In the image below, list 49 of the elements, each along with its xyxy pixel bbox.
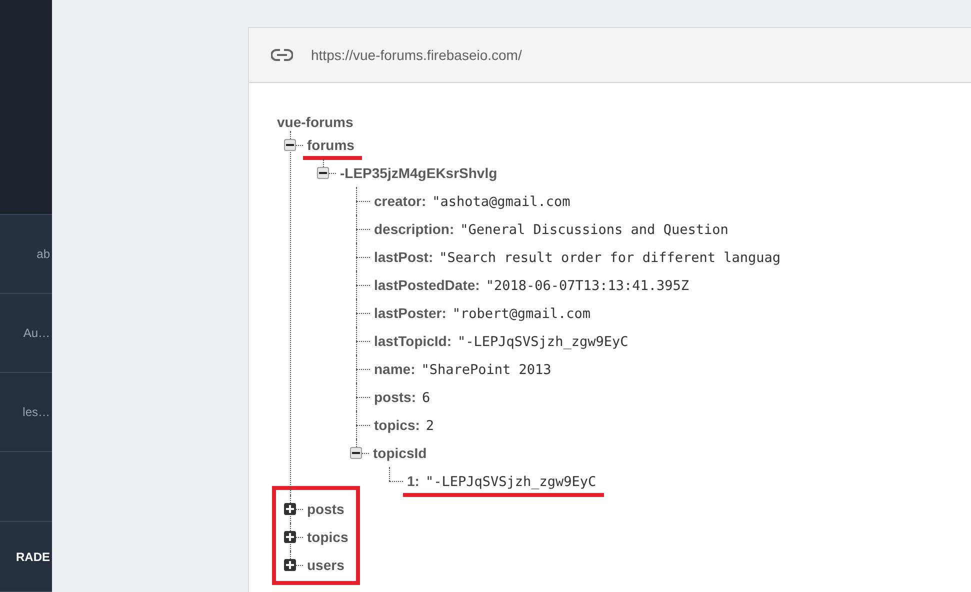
minus-icon (286, 141, 294, 149)
link-icon (271, 49, 293, 61)
root-node-key: vue-forums (277, 113, 971, 131)
database-url: https://vue-forums.firebaseio.com/ (311, 47, 522, 63)
expand-button[interactable] (284, 503, 296, 515)
node-key[interactable]: posts (307, 501, 344, 517)
node-value: "Search result order for different languag (439, 250, 780, 266)
node-key: 1: (407, 472, 420, 488)
node-value: "ashota@gmail.com (432, 194, 570, 210)
sidebar-item[interactable]: les… (0, 373, 52, 452)
node-value: 6 (422, 390, 430, 406)
node-value: "SharePoint 2013 (421, 362, 552, 378)
plus-icon (286, 561, 294, 569)
node-key: lastPost: (374, 248, 434, 264)
node-key[interactable]: forums (307, 137, 354, 153)
expand-button[interactable] (284, 531, 296, 543)
sidebar-label: les… (22, 405, 50, 419)
node-key: posts: (374, 388, 416, 404)
collapse-button[interactable] (284, 139, 296, 151)
node-key: name: (374, 360, 416, 376)
minus-icon (319, 169, 327, 177)
node-key: description: (374, 220, 454, 236)
node-key: topics: (374, 416, 420, 432)
node-key: lastPostedDate: (374, 276, 480, 292)
collapse-button[interactable] (317, 167, 329, 179)
node-value: "2018-06-07T13:13:41.395Z (486, 278, 690, 294)
node-key: lastTopicId: (374, 332, 452, 348)
expand-button[interactable] (284, 559, 296, 571)
node-key[interactable]: topicsId (373, 445, 427, 461)
node-value: "robert@gmail.com (452, 306, 591, 322)
sidebar-label: ab (36, 247, 50, 261)
node-key[interactable]: topics (307, 529, 348, 545)
node-key[interactable]: users (307, 557, 344, 573)
node-key[interactable]: -LEP35jzM4gEKsrShvlg (340, 165, 498, 181)
sidebar-label: RADE (16, 550, 50, 564)
node-value: "General Discussions and Question (460, 222, 728, 238)
sidebar-label: Au… (23, 326, 50, 340)
collapse-button[interactable] (350, 447, 362, 459)
node-value: 2 (426, 418, 434, 434)
sidebar-item[interactable]: Au… (0, 294, 52, 373)
plus-icon (286, 505, 294, 513)
plus-icon (286, 533, 294, 541)
sidebar-item[interactable]: RADE (0, 522, 52, 592)
sidebar-item[interactable]: ab (0, 215, 52, 294)
node-key: creator: (374, 192, 426, 208)
node-key: lastPoster: (374, 304, 446, 320)
node-value: "-LEPJqSVSjzh_zgw9EyC (425, 474, 596, 490)
node-value: "-LEPJqSVSjzh_zgw9EyC (458, 334, 628, 350)
minus-icon (352, 449, 360, 457)
